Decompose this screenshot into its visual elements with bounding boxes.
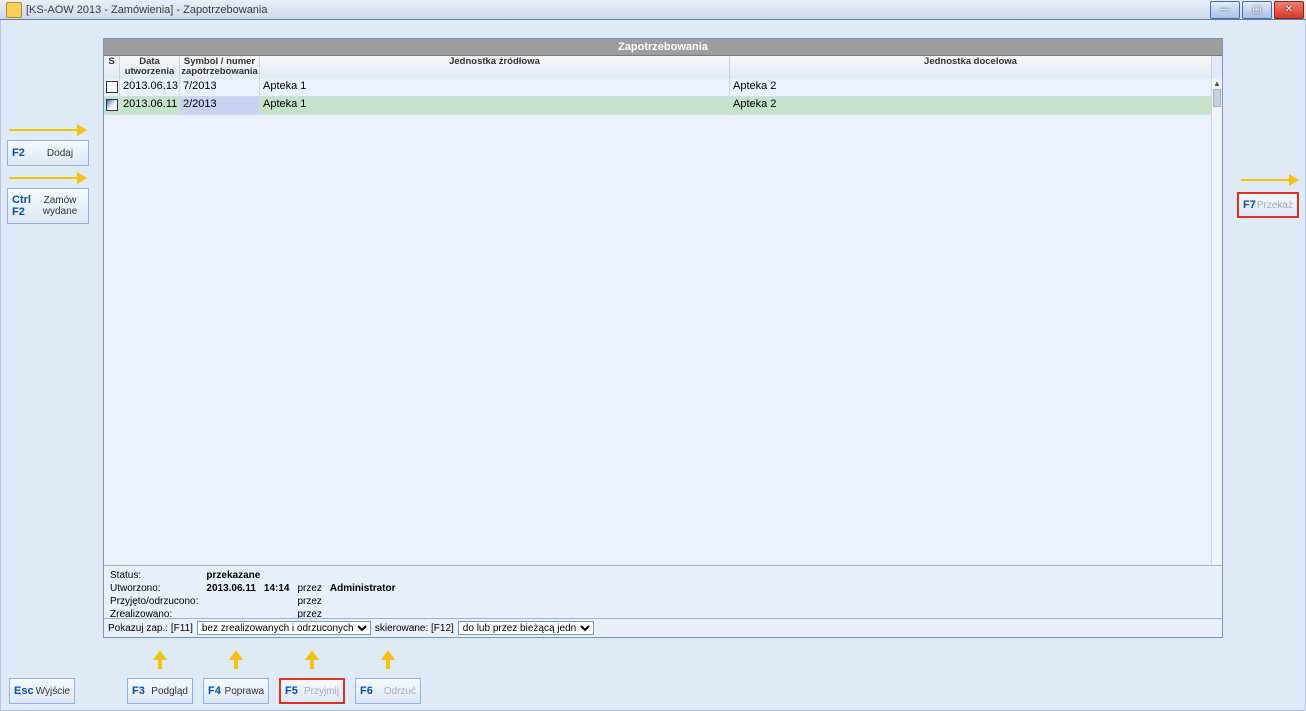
row-status-cell (104, 79, 120, 96)
f5-accept-button[interactable]: F5 Przyjmij (279, 678, 345, 704)
f3-key: F3 (132, 685, 151, 697)
document-icon (106, 81, 118, 93)
filter-show-select[interactable]: bez zrealizowanych i odrzuconych (197, 621, 371, 635)
created-date: 2013.06.11 (206, 583, 262, 594)
window-controls: — ▢ ✕ (1210, 1, 1304, 19)
filter-show-label: Pokazuj zap.: [F11] (108, 623, 193, 634)
col-scroll-gutter (1212, 56, 1222, 80)
arrow-icon (9, 124, 89, 136)
app-icon (6, 2, 22, 18)
scroll-thumb[interactable] (1213, 89, 1221, 107)
minimize-button[interactable]: — (1210, 1, 1240, 19)
f7-label: Przekaż (1257, 200, 1293, 211)
f3-preview-button[interactable]: F3 Podgląd (127, 678, 193, 704)
scroll-up-icon[interactable]: ▲ (1213, 80, 1221, 88)
info-area: Status: przekazane Utworzono: 2013.06.11… (104, 565, 1222, 619)
ctrl-f2-order-button[interactable]: Ctrl F2 Zamów wydane (7, 188, 89, 224)
ctrl-f2-key: Ctrl F2 (12, 194, 36, 218)
filter-area: Pokazuj zap.: [F11] bez zrealizowanych i… (104, 618, 1222, 637)
maximize-button[interactable]: ▢ (1242, 1, 1272, 19)
table-row[interactable]: 2013.06.13 7/2013 Apteka 1 Apteka 2 (104, 79, 1222, 97)
created-by: Administrator (330, 583, 402, 594)
status-label: Status: (110, 570, 204, 581)
by-label: przez (297, 583, 327, 594)
arrow-up-icon (229, 650, 243, 670)
f7-transfer-button[interactable]: F7 Przekaż (1237, 192, 1299, 218)
main-panel: Zapotrzebowania S Data utworzenia Symbol… (103, 38, 1223, 638)
row-symbol: 7/2013 (180, 79, 260, 96)
vertical-scrollbar[interactable]: ▲ (1211, 79, 1222, 565)
col-src[interactable]: Jednostka źródłowa (260, 56, 730, 80)
arrow-icon (9, 172, 89, 184)
col-date[interactable]: Data utworzenia (120, 56, 180, 80)
arrow-up-icon (381, 650, 395, 670)
row-date: 2013.06.11 (120, 97, 180, 114)
row-src: Apteka 1 (260, 79, 730, 96)
filter-directed-label: skierowane: [F12] (375, 623, 454, 634)
close-button[interactable]: ✕ (1274, 1, 1304, 19)
f2-label: Dodaj (36, 148, 84, 159)
status-value: przekazane (206, 570, 401, 581)
f4-label: Poprawa (225, 686, 264, 697)
left-panel: F2 Dodaj Ctrl F2 Zamów wydane (7, 120, 97, 230)
send-icon (106, 99, 118, 111)
f2-add-button[interactable]: F2 Dodaj (7, 140, 89, 166)
window-titlebar: [KS-AOW 2013 - Zamówienia] - Zapotrzebow… (0, 0, 1306, 20)
arrow-icon (1241, 174, 1299, 186)
grid-header: S Data utworzenia Symbol / numer zapotrz… (104, 56, 1222, 81)
grid-title: Zapotrzebowania (104, 39, 1222, 56)
filter-directed-select[interactable]: do lub przez bieżącą jedn (458, 621, 594, 635)
up-arrows (1, 650, 1305, 672)
f4-key: F4 (208, 685, 225, 697)
row-date: 2013.06.13 (120, 79, 180, 96)
row-status-cell (104, 97, 120, 114)
esc-label: Wyjście (36, 686, 70, 697)
window-title: [KS-AOW 2013 - Zamówienia] - Zapotrzebow… (6, 2, 268, 18)
arrow-up-icon (305, 650, 319, 670)
row-dst: Apteka 2 (730, 97, 1222, 114)
col-s[interactable]: S (104, 56, 120, 80)
f6-reject-button[interactable]: F6 Odrzuć (355, 678, 421, 704)
col-symbol[interactable]: Symbol / numer zapotrzebowania (180, 56, 260, 80)
arrow-up-icon (153, 650, 167, 670)
table-row[interactable]: 2013.06.11 2/2013 Apteka 1 Apteka 2 (104, 97, 1222, 115)
esc-exit-button[interactable]: Esc Wyjście (9, 678, 75, 704)
f3-label: Podgląd (151, 686, 188, 697)
bottom-panel: Esc Wyjście F3 Podgląd F4 Poprawa F5 Prz… (9, 678, 421, 704)
accepted-by (330, 596, 402, 607)
grid-body[interactable]: 2013.06.13 7/2013 Apteka 1 Apteka 2 2013… (104, 79, 1222, 565)
accepted-date (206, 596, 262, 607)
workspace: F2 Dodaj Ctrl F2 Zamów wydane F7 Przekaż… (0, 20, 1306, 711)
by-label: przez (297, 596, 327, 607)
accepted-label: Przyjęto/odrzucono: (110, 596, 204, 607)
esc-key: Esc (14, 685, 36, 697)
row-src: Apteka 1 (260, 97, 730, 114)
f6-key: F6 (360, 685, 384, 697)
col-dst[interactable]: Jednostka docelowa (730, 56, 1212, 80)
f4-edit-button[interactable]: F4 Poprawa (203, 678, 269, 704)
f6-label: Odrzuć (384, 686, 416, 697)
f5-key: F5 (285, 685, 304, 697)
row-dst: Apteka 2 (730, 79, 1222, 96)
f2-key: F2 (12, 147, 36, 159)
f7-key: F7 (1243, 199, 1257, 211)
f5-label: Przyjmij (304, 686, 339, 697)
created-time: 14:14 (264, 583, 296, 594)
created-label: Utworzono: (110, 583, 204, 594)
row-symbol: 2/2013 (180, 97, 260, 114)
window-title-text: [KS-AOW 2013 - Zamówienia] - Zapotrzebow… (26, 4, 268, 16)
right-panel: F7 Przekaż (1229, 170, 1299, 224)
grid: Zapotrzebowania S Data utworzenia Symbol… (104, 39, 1222, 565)
ctrl-f2-label: Zamów wydane (36, 195, 84, 217)
